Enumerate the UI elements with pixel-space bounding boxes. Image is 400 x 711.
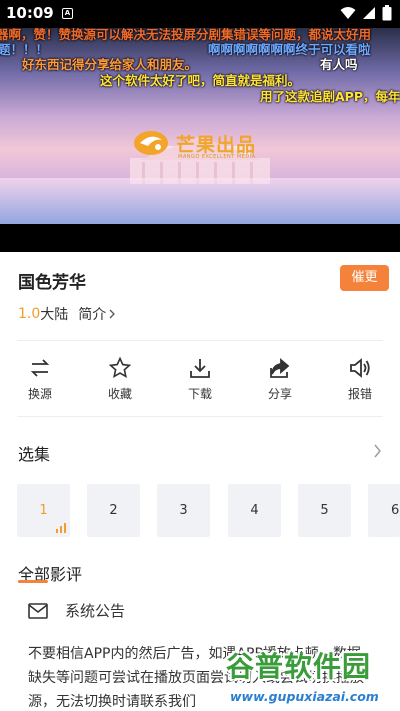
- episodes-title: 选集: [18, 445, 51, 464]
- water-reflection: [0, 178, 400, 224]
- battery-icon: [382, 5, 392, 21]
- wifi-icon: [340, 7, 356, 19]
- swap-source-button[interactable]: 换源: [10, 356, 70, 402]
- episode-number: 6: [391, 503, 400, 518]
- episode-button[interactable]: 4: [228, 484, 281, 537]
- episode-button[interactable]: 2: [87, 484, 140, 537]
- score: 1.0: [18, 306, 41, 322]
- report-error-button[interactable]: 报错: [330, 356, 390, 402]
- share-icon: [270, 358, 290, 378]
- status-time: 10:09: [6, 4, 54, 22]
- divider: [17, 416, 383, 417]
- speaker-icon: [350, 358, 370, 378]
- region: 大陆: [40, 307, 69, 323]
- action-label: 换源: [27, 387, 52, 401]
- danmaku-comment: 这个软件太好了吧，简直就是福利。: [100, 73, 301, 88]
- action-bar: 换源 收藏 下载 分享 报错: [0, 356, 400, 402]
- app-notification-icon: A: [62, 8, 73, 19]
- episode-button[interactable]: 3: [157, 484, 210, 537]
- divider: [17, 340, 383, 341]
- danmaku-comment: 有人吗: [320, 57, 358, 72]
- drama-meta: 1.0 大陆 简介: [18, 304, 116, 324]
- intro-link[interactable]: 简介: [78, 304, 106, 324]
- system-notice-header: 系统公告: [28, 600, 125, 621]
- drama-title: 国色芳华: [18, 273, 86, 293]
- reviews-title-underline: [18, 580, 48, 583]
- signal-icon: [363, 7, 375, 19]
- danmaku-comment: 器啊，赞！赞换源可以解决无法投屏分剧集错误等问题，都说太好用: [0, 28, 372, 42]
- logo-subtext: MANGO EXCELLENT MEDIA: [178, 154, 256, 160]
- swap-icon: [30, 359, 50, 377]
- site-watermark: 谷普软件园 www.gupuxiazai.com: [226, 645, 400, 711]
- action-label: 分享: [267, 387, 292, 401]
- status-bar: 10:09 A: [0, 0, 400, 28]
- video-player[interactable]: 芒果出品 MANGO EXCELLENT MEDIA 器啊，赞！赞换源可以解决无…: [0, 28, 400, 224]
- episode-button[interactable]: 1: [17, 484, 70, 537]
- logo-text: 芒果出品: [176, 133, 257, 156]
- episode-number: 4: [250, 503, 259, 518]
- chevron-right-icon[interactable]: [373, 444, 382, 458]
- episode-number: 3: [179, 503, 188, 518]
- episode-number: 2: [109, 503, 118, 518]
- episode-number: 1: [39, 503, 48, 518]
- video-bottom-bar: [0, 224, 400, 252]
- notice-title: 系统公告: [65, 602, 126, 620]
- urge-update-button[interactable]: 催更: [340, 265, 389, 291]
- action-label: 收藏: [107, 387, 132, 401]
- episode-button[interactable]: 6: [368, 484, 400, 537]
- chevron-right-icon[interactable]: [108, 309, 116, 319]
- favorite-button[interactable]: 收藏: [90, 356, 150, 402]
- episode-number: 5: [320, 503, 329, 518]
- download-button[interactable]: 下载: [170, 356, 230, 402]
- danmaku-comment: 用了这款追剧APP，每年: [260, 89, 400, 104]
- episode-button[interactable]: 5: [298, 484, 351, 537]
- danmaku-comment: 题！！！: [0, 42, 49, 57]
- danmaku-comment: 好东西记得分享给家人和朋友。: [22, 57, 198, 72]
- action-label: 下载: [187, 387, 212, 401]
- star-icon: [108, 356, 132, 379]
- mail-icon: [28, 602, 48, 619]
- download-icon: [190, 359, 210, 378]
- watermark-url: www.gupuxiazai.com: [230, 689, 379, 704]
- action-label: 报错: [347, 387, 372, 401]
- playing-indicator-icon: [56, 523, 66, 533]
- danmaku-comment: 啊啊啊啊啊啊啊终于可以看啦: [208, 42, 371, 57]
- status-icons: [340, 5, 392, 21]
- mango-logo-icon: [134, 131, 168, 155]
- share-button[interactable]: 分享: [250, 356, 310, 402]
- watermark-name: 谷普软件园: [226, 650, 372, 683]
